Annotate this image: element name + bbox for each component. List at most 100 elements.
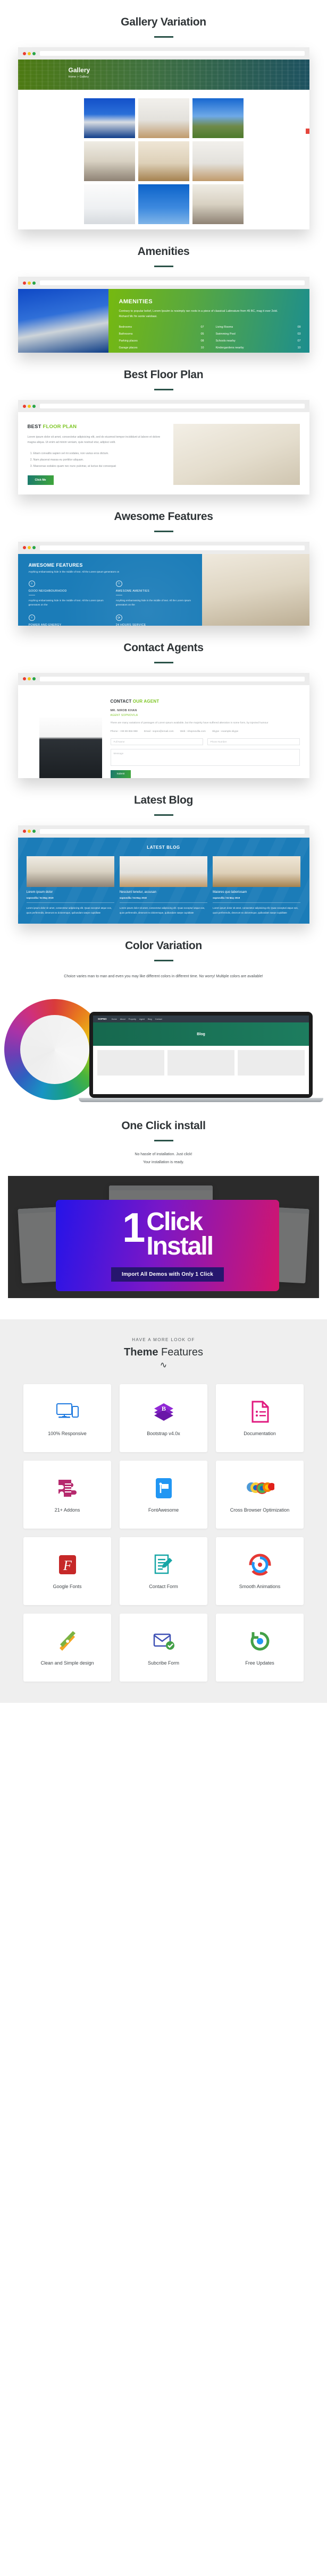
close-icon[interactable]: [22, 281, 26, 285]
nav-item-property[interactable]: Property: [129, 1018, 136, 1020]
address-bar[interactable]: [39, 404, 305, 408]
blog-card[interactable]: Nesciunt tenetur, accusan sopnovilla / 0…: [119, 856, 208, 916]
feature-card[interactable]: FontAwesome: [120, 1461, 207, 1529]
amenity-row: Schools nearby 07: [216, 338, 301, 345]
feature-card[interactable]: Cross Browser Optimization: [216, 1461, 304, 1529]
blog-excerpt: Lorem ipsum dolor sit amet, consectetur …: [26, 906, 112, 914]
gallery-tile[interactable]: [192, 184, 244, 224]
email-text: Email : sopno@email.com: [144, 730, 174, 733]
site-logo[interactable]: SOPNO: [98, 1018, 107, 1020]
browser-mock-features: AWESOME FEATURES Anything embarrassing h…: [18, 541, 309, 626]
amenity-value: 09: [297, 326, 301, 329]
blog-thumbnail: [26, 856, 114, 887]
address-bar[interactable]: [39, 51, 305, 56]
minimize-icon[interactable]: [27, 546, 31, 550]
feature-card[interactable]: 21+ Addons: [23, 1461, 111, 1529]
contact-content: CONTACT OUR AGENT MR. NIROB KHAN AGENT S…: [110, 695, 300, 778]
amenities-paragraph: Contrary to popular belief, Lorem Ipsutm…: [119, 310, 278, 318]
side-tab-button[interactable]: [305, 129, 309, 134]
close-icon[interactable]: [22, 546, 26, 550]
address-bar[interactable]: [39, 676, 305, 681]
oneclick-strip-text: Import All Demos with Only 1 Click: [111, 1267, 224, 1282]
feature-card-label: Contact Form: [149, 1583, 178, 1589]
feature-card[interactable]: 100% Responsive: [23, 1384, 111, 1453]
phone-input[interactable]: Phone Number: [207, 738, 300, 745]
minimize-icon[interactable]: [27, 677, 31, 681]
blog-title[interactable]: Maiores quo laboriosam: [213, 891, 300, 894]
gallery-tile[interactable]: [83, 141, 135, 181]
contact-form-icon: [153, 1553, 174, 1577]
feature-card[interactable]: Documentation: [216, 1384, 304, 1453]
feature-title: POWER AND ENERGY: [28, 624, 62, 626]
submit-button[interactable]: Submit: [110, 770, 131, 778]
browser-mock-gallery: Gallery Home > Gallery: [18, 47, 309, 229]
page-title: Contact Agents: [123, 641, 204, 654]
title-bold: Theme: [124, 1346, 158, 1359]
hero-title: Gallery: [68, 66, 90, 74]
blog-card[interactable]: Lorem ipsum dolor sopnovilla / 04 May 20…: [26, 856, 114, 916]
heading-rule: [154, 36, 173, 38]
gallery-page: Gallery Home > Gallery: [18, 59, 309, 229]
nav-item-about[interactable]: About: [120, 1018, 125, 1020]
minimize-icon[interactable]: [27, 830, 31, 833]
maximize-icon[interactable]: [32, 281, 36, 285]
browser-toolbar: [18, 400, 309, 412]
nav-item-blog[interactable]: Blog: [148, 1018, 152, 1020]
close-icon[interactable]: [22, 404, 26, 408]
theme-features-section: HAVE A MORE LOOK OF Theme Features ∿ 100…: [0, 1319, 327, 1703]
gallery-tile[interactable]: [138, 141, 189, 181]
maximize-icon[interactable]: [32, 546, 36, 550]
feature-card[interactable]: Free Updates: [216, 1614, 304, 1682]
gallery-tile[interactable]: [83, 184, 135, 224]
feature-card[interactable]: B Bootstrap v4.0x: [120, 1384, 207, 1453]
address-bar[interactable]: [39, 545, 305, 550]
minimize-icon[interactable]: [27, 281, 31, 285]
feature-card[interactable]: Clean and Simple design: [23, 1614, 111, 1682]
blog-title[interactable]: Nesciunt tenetur, accusan: [120, 891, 207, 894]
gallery-tile[interactable]: [192, 98, 244, 138]
flourish-icon: ∿: [160, 1361, 167, 1370]
amenity-label: Parking places: [119, 339, 138, 343]
amenity-value: 10: [297, 346, 301, 349]
nav-item-contact[interactable]: Contact: [155, 1018, 162, 1020]
floorplan-list: Etiam convallis sapien vel mi sodales, n…: [28, 451, 166, 470]
fullname-input[interactable]: Full Name: [110, 738, 203, 745]
maximize-icon[interactable]: [32, 404, 36, 408]
address-bar[interactable]: [39, 280, 305, 285]
maximize-icon[interactable]: [32, 677, 36, 681]
feature-card[interactable]: Subcribe Form: [120, 1614, 207, 1682]
amenity-value: 07: [297, 339, 301, 343]
gallery-tile[interactable]: [138, 184, 189, 224]
click-me-button[interactable]: Click Me: [27, 475, 54, 485]
feature-card[interactable]: Contact Form: [120, 1537, 207, 1606]
contact-heading: CONTACT OUR AGENT: [111, 699, 300, 704]
minimize-icon[interactable]: [27, 404, 31, 408]
nav-item-agent[interactable]: Agent: [139, 1018, 145, 1020]
gallery-tile[interactable]: [192, 141, 244, 181]
page-title: Latest Blog: [133, 794, 194, 806]
blog-title[interactable]: Lorem ipsum dolor: [27, 891, 114, 894]
feature-card[interactable]: Smooth Animations: [216, 1537, 304, 1606]
nav-item-home[interactable]: Home: [112, 1018, 117, 1020]
message-textarea[interactable]: Message: [110, 748, 300, 766]
font-awesome-flag-icon: [155, 1476, 173, 1500]
blog-card[interactable]: Maiores quo laboriosam sopnovilla / 04 M…: [213, 856, 301, 916]
maximize-icon[interactable]: [32, 52, 36, 55]
browser-mock-blog: LATEST BLOG Lorem ipsum dolor sopnovilla…: [18, 825, 309, 924]
amenity-value: 07: [200, 326, 204, 329]
window-controls: [22, 830, 36, 833]
close-icon[interactable]: [22, 52, 26, 55]
gallery-tile[interactable]: [138, 98, 189, 138]
feature-card[interactable]: F Google Fonts: [23, 1537, 111, 1606]
gallery-tile[interactable]: [83, 98, 135, 138]
heading-rule: [154, 389, 173, 390]
close-icon[interactable]: [22, 677, 26, 681]
minimize-icon[interactable]: [27, 52, 31, 55]
feature-title: AWESOME AMENITIES: [115, 589, 150, 593]
address-bar[interactable]: [39, 829, 305, 834]
close-icon[interactable]: [22, 830, 26, 833]
heading-rule: [154, 266, 173, 267]
feature-card-label: 21+ Addons: [54, 1507, 80, 1513]
maximize-icon[interactable]: [32, 830, 36, 833]
features-panel: AWESOME FEATURES Anything embarrassing h…: [18, 553, 202, 626]
